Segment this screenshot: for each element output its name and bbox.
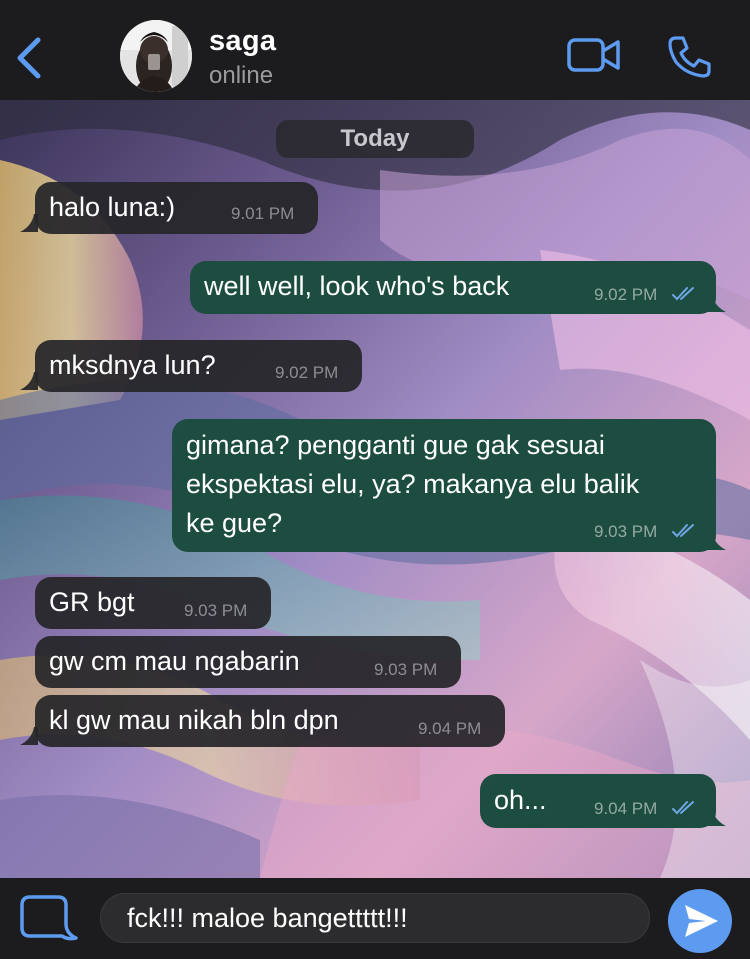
message-bubble-incoming[interactable]: mksdnya lun? 9.02 PM	[35, 340, 362, 392]
message-text: kl gw mau nikah bln dpn	[49, 705, 339, 735]
send-button[interactable]	[668, 889, 732, 953]
message-bubble-incoming[interactable]: halo luna:) 9.01 PM	[35, 182, 318, 234]
chat-screen: saga online Today halo luna:) 9.01 PM we…	[0, 0, 750, 959]
message-time: 9.04 PM	[594, 799, 658, 818]
message-bubble-outgoing[interactable]: well well, look who's back 9.02 PM	[190, 261, 716, 314]
sticker-button[interactable]	[18, 894, 78, 944]
message-text: halo luna:)	[49, 192, 176, 222]
message-input[interactable]: fck!!! maloe bangettttt!!!	[100, 893, 650, 943]
back-icon	[17, 37, 41, 79]
message-time: 9.01 PM	[231, 204, 295, 223]
message-bubble-incoming[interactable]: gw cm mau ngabarin 9.03 PM	[35, 636, 461, 688]
message-text: gw cm mau ngabarin	[49, 646, 300, 676]
read-receipt-icon	[672, 524, 694, 538]
message-bubble-outgoing[interactable]: oh... 9.04 PM	[480, 774, 716, 828]
message-bubble-outgoing[interactable]: gimana? pengganti gue gak sesuai ekspekt…	[172, 419, 716, 552]
back-button[interactable]	[14, 36, 46, 80]
chat-header: saga online	[0, 0, 750, 100]
message-time: 9.03 PM	[184, 601, 248, 620]
composer-bar: fck!!! maloe bangettttt!!!	[0, 878, 750, 959]
message-text: mksdnya lun?	[49, 350, 216, 380]
date-separator: Today	[276, 120, 474, 158]
message-text-line: ekspektasi elu, ya? makanya elu balik	[186, 469, 640, 499]
voice-call-button[interactable]	[666, 34, 712, 80]
message-text-line: ke gue?	[186, 508, 283, 538]
message-time: 9.02 PM	[594, 285, 658, 304]
video-call-button[interactable]	[566, 36, 622, 76]
contact-name[interactable]: saga	[209, 25, 276, 58]
message-bubble-incoming[interactable]: kl gw mau nikah bln dpn 9.04 PM	[35, 695, 505, 747]
read-receipt-icon	[672, 801, 694, 815]
message-time: 9.02 PM	[275, 363, 339, 382]
message-text: well well, look who's back	[204, 271, 510, 301]
sticker-icon	[20, 895, 78, 941]
send-icon	[685, 905, 718, 937]
read-receipt-icon	[672, 287, 694, 301]
phone-icon	[668, 36, 711, 78]
message-text: GR bgt	[49, 587, 135, 617]
message-bubble-incoming[interactable]: GR bgt 9.03 PM	[35, 577, 271, 629]
message-text-line: gimana? pengganti gue gak sesuai	[186, 430, 605, 460]
contact-status: online	[209, 62, 274, 89]
avatar-photo	[120, 20, 192, 92]
avatar[interactable]	[120, 20, 192, 92]
message-list[interactable]: Today halo luna:) 9.01 PM well well, loo…	[0, 100, 750, 878]
message-text: oh...	[494, 785, 547, 815]
video-call-icon	[567, 38, 620, 72]
message-time: 9.03 PM	[594, 522, 658, 541]
message-time: 9.04 PM	[418, 719, 482, 738]
message-time: 9.03 PM	[374, 660, 438, 679]
